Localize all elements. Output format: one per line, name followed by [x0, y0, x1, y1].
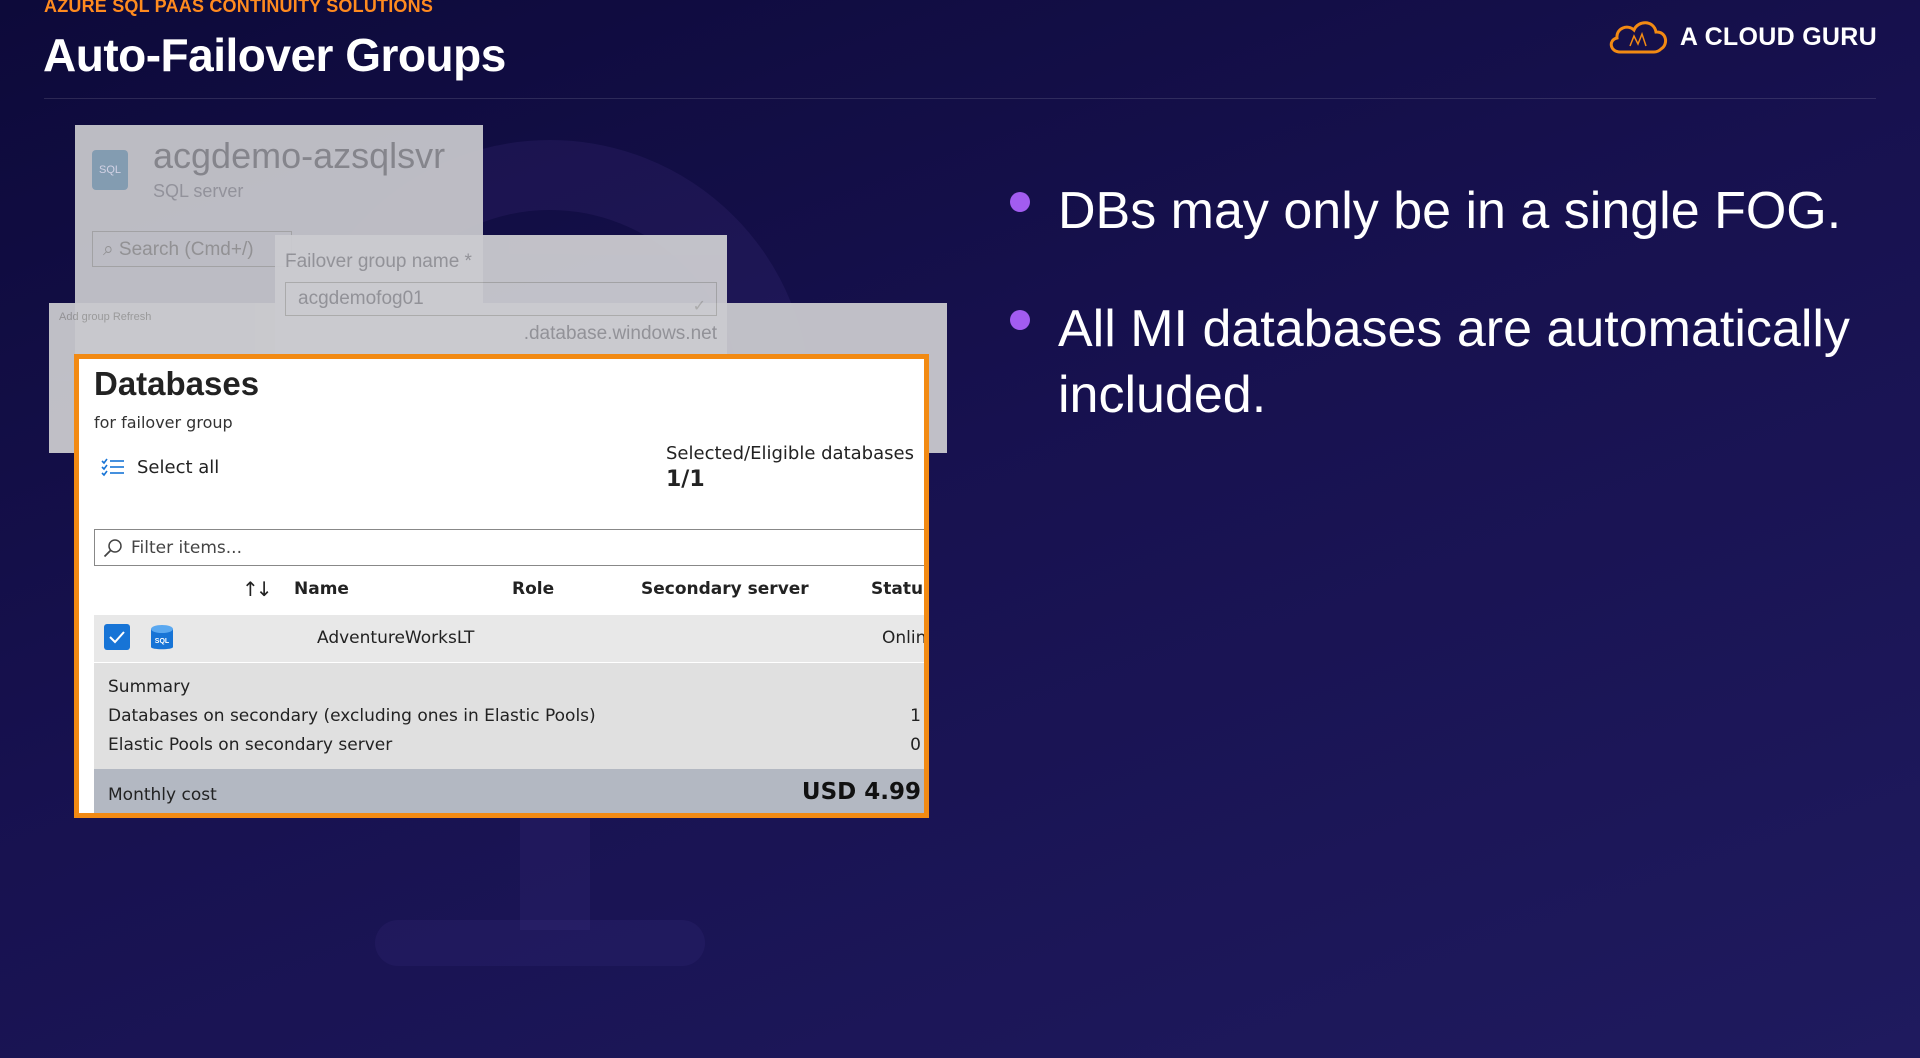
section-kicker: AZURE SQL PAAS CONTINUITY SOLUTIONS	[44, 0, 434, 16]
filter-input[interactable]: Filter items...	[94, 529, 924, 566]
table-row[interactable]: SQL AdventureWorksLT Online	[94, 615, 927, 662]
row-status: Online	[882, 628, 927, 648]
search-icon	[103, 538, 122, 557]
monthly-cost-bar: Monthly cost USD 4.99	[94, 769, 924, 813]
server-name: acgdemo-azsqlsvr	[153, 135, 446, 176]
row-database-name: AdventureWorksLT	[317, 628, 475, 648]
bullet-list: DBs may only be in a single FOG. All MI …	[1010, 178, 1870, 480]
brand-name: A CLOUD GURU	[1679, 22, 1877, 51]
sql-server-icon: SQL	[92, 150, 128, 190]
monthly-cost-label: Monthly cost	[108, 785, 217, 805]
server-type: SQL server	[153, 181, 244, 201]
failover-name-form-background: Failover group name * acgdemofog01 ✓ .da…	[275, 235, 727, 355]
blade-search-input[interactable]: ⌕ Search (Cmd+/)	[92, 231, 292, 267]
row-checkbox[interactable]	[104, 624, 130, 650]
select-all-label: Select all	[137, 457, 220, 478]
bullet-item: DBs may only be in a single FOG.	[1010, 178, 1870, 244]
databases-panel: Databases for failover group Select all …	[74, 354, 929, 818]
failover-name-label: Failover group name *	[285, 251, 472, 272]
panel-subtitle: for failover group	[94, 413, 233, 432]
eligible-label: Selected/Eligible databases	[666, 443, 914, 464]
bullet-dot	[1010, 310, 1030, 330]
summary-databases-label: Databases on secondary (excluding ones i…	[108, 706, 596, 726]
background-decoration-base	[375, 920, 705, 966]
bullet-text: All MI databases are automatically inclu…	[1058, 300, 1850, 424]
failover-name-suffix: .database.windows.net	[523, 323, 717, 344]
cloud-icon	[1609, 21, 1667, 54]
bullet-item: All MI databases are automatically inclu…	[1010, 296, 1870, 428]
summary-databases-value: 1	[910, 706, 921, 726]
background-decoration-stand	[520, 800, 590, 930]
column-header-role[interactable]: Role	[512, 579, 554, 599]
checkmark-icon	[109, 631, 125, 644]
checklist-icon	[101, 458, 124, 476]
slide-title: Auto-Failover Groups	[43, 29, 506, 81]
summary-section: Summary Databases on secondary (excludin…	[94, 663, 924, 769]
select-all-button[interactable]: Select all	[101, 457, 219, 478]
eligible-count: 1/1	[666, 467, 705, 492]
list-toolbar: Add group Refresh	[59, 311, 152, 323]
check-icon: ✓	[692, 298, 706, 315]
sort-icon[interactable]: ↑↓	[242, 577, 272, 601]
failover-name-value: acgdemofog01	[298, 288, 424, 309]
blade-search-placeholder: Search (Cmd+/)	[118, 239, 254, 260]
summary-heading: Summary	[108, 677, 191, 697]
bullet-dot	[1010, 192, 1030, 212]
column-header-status[interactable]: Status	[871, 579, 924, 599]
panel-title: Databases	[94, 365, 260, 402]
sql-database-icon: SQL	[151, 625, 173, 650]
monthly-cost-value: USD 4.99	[801, 779, 921, 805]
brand-logo: A CLOUD GURU	[1606, 18, 1877, 56]
column-header-name[interactable]: Name	[294, 579, 349, 599]
failover-name-input[interactable]: acgdemofog01 ✓	[285, 282, 717, 316]
summary-pools-label: Elastic Pools on secondary server	[108, 735, 393, 755]
bullet-text: DBs may only be in a single FOG.	[1058, 182, 1842, 240]
header-divider	[44, 98, 1876, 99]
column-header-secondary-server[interactable]: Secondary server	[641, 579, 809, 599]
summary-pools-value: 0	[910, 735, 921, 755]
svg-text:SQL: SQL	[155, 638, 170, 645]
filter-placeholder: Filter items...	[131, 537, 242, 558]
